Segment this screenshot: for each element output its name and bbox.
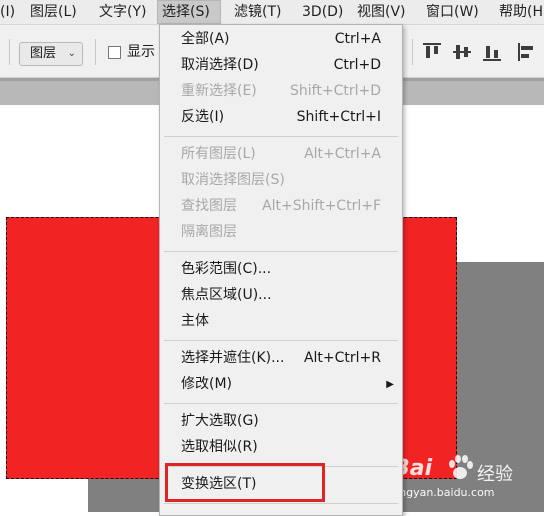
menu-item-label: 扩大选取(G) — [181, 413, 259, 429]
menu-item-label: 主体 — [181, 313, 209, 329]
menu-separator — [164, 503, 398, 504]
menubar: (I) 图层(L) 文字(Y) 选择(S) 滤镜(T) 3D(D) 视图(V) … — [0, 0, 544, 25]
menu-view[interactable]: 视图(V) — [353, 0, 410, 24]
options-divider — [412, 39, 413, 65]
menu-separator — [164, 251, 398, 252]
menu-item-find-layers: 查找图层 Alt+Shift+Ctrl+F — [160, 194, 402, 219]
menu-filter[interactable]: 滤镜(T) — [230, 0, 285, 24]
watermark-suffix: 经验 — [477, 464, 513, 485]
submenu-arrow-icon: ▶ — [386, 379, 394, 390]
menu-item-shortcut: Alt+Ctrl+R — [303, 350, 381, 366]
menu-item-label: 取消选择(D) — [181, 57, 259, 73]
show-transform-label: 显示 — [127, 44, 155, 60]
menu-item-modify[interactable]: 修改(M) ▶ — [160, 372, 402, 397]
menu-item-subject[interactable]: 主体 — [160, 309, 402, 334]
menu-item-label: 选取相似(R) — [181, 439, 258, 455]
menu-item-label: 全部(A) — [181, 31, 230, 47]
menu-item-label: 重新选择(E) — [181, 83, 257, 99]
align-bottom-icon[interactable] — [483, 43, 501, 61]
show-transform-checkbox[interactable] — [108, 46, 121, 59]
options-divider — [9, 39, 10, 65]
menu-layer[interactable]: 图层(L) — [26, 0, 81, 24]
menu-item-grow[interactable]: 扩大选取(G) — [160, 409, 402, 434]
menu-item-shortcut: Ctrl+A — [334, 31, 381, 47]
menu-item-select-and-mask[interactable]: 选择并遮住(K)... Alt+Ctrl+R — [160, 346, 402, 371]
menu-separator — [164, 340, 398, 341]
select-menu-dropdown: 全部(A) Ctrl+A 取消选择(D) Ctrl+D 重新选择(E) Shif… — [159, 24, 403, 516]
menu-item-deselect[interactable]: 取消选择(D) Ctrl+D — [160, 53, 402, 78]
highlight-annotation-box — [165, 463, 325, 502]
menu-item-color-range[interactable]: 色彩范围(C)... — [160, 257, 402, 282]
menu-item-inverse[interactable]: 反选(I) Shift+Ctrl+I — [160, 105, 402, 130]
watermark-url: jingyan.baidu.com — [393, 486, 495, 499]
menu-item-label: 取消选择图层(S) — [181, 172, 285, 188]
auto-select-value: 图层 — [30, 46, 57, 61]
menu-select[interactable]: 选择(S) — [157, 0, 221, 24]
menu-item-shortcut: Shift+Ctrl+I — [296, 109, 381, 125]
options-divider — [95, 39, 96, 65]
menu-item-label: 所有图层(L) — [181, 146, 256, 162]
menu-help[interactable]: 帮助(H — [495, 0, 544, 24]
menu-item-isolate-layers: 隔离图层 — [160, 220, 402, 245]
align-top-icon[interactable] — [423, 43, 441, 61]
auto-select-dropdown[interactable]: 图层 ⌄ — [19, 42, 83, 66]
menu-item-shortcut: Ctrl+D — [333, 57, 381, 73]
menu-type[interactable]: 文字(Y) — [95, 0, 150, 24]
align-vertical-center-icon[interactable] — [453, 43, 471, 61]
menu-item-shortcut: Alt+Ctrl+A — [304, 146, 381, 162]
menu-item-label: 选择并遮住(K)... — [181, 350, 285, 366]
menu-item-all[interactable]: 全部(A) Ctrl+A — [160, 27, 402, 52]
menu-item-focus-area[interactable]: 焦点区域(U)... — [160, 283, 402, 308]
menu-separator — [164, 403, 398, 404]
menu-item-similar[interactable]: 选取相似(R) — [160, 435, 402, 460]
menu-separator — [164, 136, 398, 137]
paw-logo-icon — [449, 455, 473, 479]
menu-window[interactable]: 窗口(W) — [422, 0, 483, 24]
menu-item-all-layers: 所有图层(L) Alt+Ctrl+A — [160, 142, 402, 167]
baidu-watermark: Bai 经验 jingyan.baidu.com — [393, 450, 543, 510]
menu-item-label: 色彩范围(C)... — [181, 261, 272, 277]
menu-item-label: 修改(M) — [181, 376, 233, 392]
menu-partial-item[interactable]: (I) — [0, 0, 19, 24]
menu-item-shortcut: Shift+Ctrl+D — [290, 83, 381, 99]
menu-item-deselect-layers: 取消选择图层(S) — [160, 168, 402, 193]
chevron-down-icon: ⌄ — [67, 48, 76, 59]
menu-item-reselect: 重新选择(E) Shift+Ctrl+D — [160, 79, 402, 104]
menu-item-label: 隔离图层 — [181, 224, 237, 240]
menu-item-label: 查找图层 — [181, 198, 237, 214]
menu-item-label: 焦点区域(U)... — [181, 287, 272, 303]
menu-item-label: 反选(I) — [181, 109, 225, 125]
menu-item-shortcut: Alt+Shift+Ctrl+F — [262, 198, 381, 214]
align-left-icon[interactable] — [518, 43, 536, 61]
menu-3d[interactable]: 3D(D) — [298, 0, 347, 24]
